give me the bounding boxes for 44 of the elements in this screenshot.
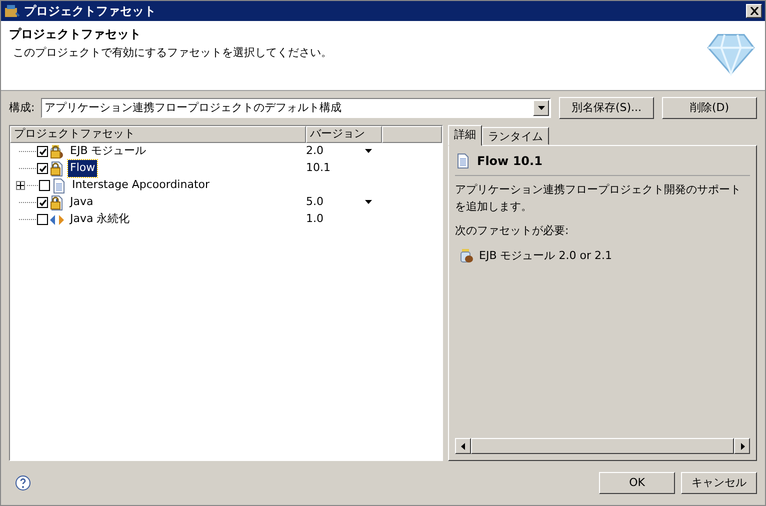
page-title: プロジェクトファセット [9, 26, 142, 43]
dropdown-caret-icon[interactable] [365, 148, 372, 155]
ok-button[interactable]: OK [599, 472, 675, 494]
help-icon [15, 475, 31, 491]
column-header[interactable]: プロジェクトファセット [10, 126, 306, 143]
configuration-dropdown[interactable]: アプリケーション連携フロープロジェクトのデフォルト構成 [40, 98, 551, 118]
facet-checkbox[interactable] [37, 214, 48, 225]
facet-label[interactable]: Interstage Apcoordinator [70, 177, 212, 194]
horizontal-scrollbar[interactable] [455, 438, 750, 454]
page-description: このプロジェクトで有効にするファセットを選択してください。 [12, 45, 333, 61]
tab[interactable]: ランタイム [482, 127, 549, 145]
configuration-label: 構成: [9, 100, 35, 116]
facet-label[interactable]: Java 永続化 [68, 211, 132, 228]
expand-toggle[interactable] [16, 181, 25, 190]
dropdown-arrow-icon [538, 104, 544, 112]
requires-label: 次のファセットが必要: [455, 223, 570, 239]
details-title: Flow 10.1 [477, 153, 542, 170]
tab[interactable]: 詳細 [448, 125, 482, 146]
requirement-text: EJB モジュール 2.0 or 2.1 [479, 248, 612, 264]
scroll-right-icon [738, 442, 746, 450]
close-button[interactable] [746, 4, 762, 18]
version-cell-text: 10.1 [306, 160, 330, 176]
version-cell-text: 1.0 [306, 211, 324, 228]
save-as-button[interactable]: 別名保存(S)... [559, 97, 654, 119]
close-icon [750, 7, 758, 15]
column-header[interactable]: バージョン [306, 126, 382, 143]
facet-checkbox[interactable] [37, 163, 48, 174]
facet-checkbox[interactable] [37, 146, 48, 157]
window-title: プロジェクトファセット [24, 3, 157, 20]
app-icon [4, 3, 20, 19]
facet-label[interactable]: Flow [68, 160, 98, 177]
scroll-left-icon [460, 442, 466, 450]
facet-label[interactable]: EJB モジュール [68, 143, 148, 160]
dropdown-caret-icon[interactable] [365, 199, 372, 206]
details-description: アプリケーション連携フロープロジェクト開発のサポートを追加します。 [455, 182, 742, 214]
facet-checkbox[interactable] [39, 180, 50, 191]
version-cell-text: 5.0 [306, 194, 324, 210]
facet-checkbox[interactable] [37, 197, 48, 208]
version-cell-text: 2.0 [306, 143, 324, 160]
facet-label[interactable]: Java [68, 194, 96, 211]
jar-icon [459, 248, 475, 264]
delete-button[interactable]: 削除(D) [662, 97, 757, 119]
document-icon [455, 153, 471, 169]
cancel-button[interactable]: キャンセル [681, 472, 757, 494]
